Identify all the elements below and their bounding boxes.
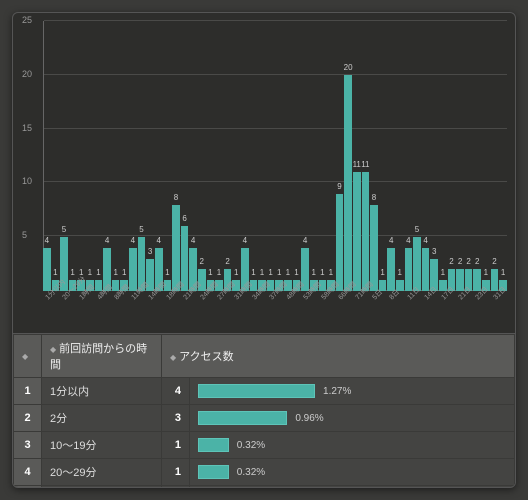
bar: 4 <box>387 248 395 291</box>
col-time[interactable]: ◆前回訪問からの時間 <box>42 335 162 378</box>
bar: 11 <box>353 172 361 291</box>
bar: 2 <box>491 269 499 291</box>
bar: 8 <box>172 205 180 291</box>
col-index[interactable]: ◆ <box>14 335 42 378</box>
table-row: 420～29分10.32% <box>14 459 515 486</box>
table-row: 310～19分10.32% <box>14 432 515 459</box>
bar: 4 <box>129 248 137 291</box>
bar: 20 <box>344 75 352 291</box>
table-row: 11分以内41.27% <box>14 378 515 405</box>
col-access[interactable]: ◆アクセス数 <box>162 335 515 378</box>
bar: 8 <box>370 205 378 291</box>
bar-chart: 510152025 415111141145341864211214111111… <box>13 13 515 333</box>
bar: 4 <box>43 248 51 291</box>
bar: 4 <box>405 248 413 291</box>
bar: 2 <box>473 269 481 291</box>
bar: 2 <box>456 269 464 291</box>
bar: 11 <box>362 172 370 291</box>
table-row: 22分30.96% <box>14 405 515 432</box>
bar: 5 <box>413 237 421 291</box>
bar: 4 <box>422 248 430 291</box>
bar: 9 <box>336 194 344 291</box>
table-row: 530～39分51.59% <box>14 486 515 489</box>
data-table: ◆ ◆前回訪問からの時間 ◆アクセス数 11分以内41.27%22分30.96%… <box>13 334 515 488</box>
